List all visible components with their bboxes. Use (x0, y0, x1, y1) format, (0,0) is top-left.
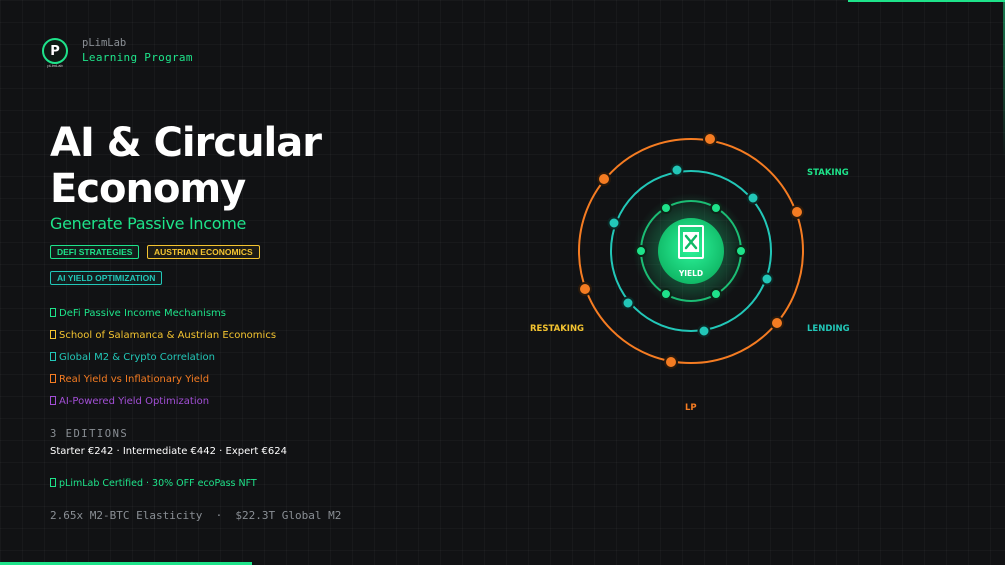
middle-node (746, 191, 760, 205)
inner-node (735, 245, 747, 257)
middle-node (760, 272, 774, 286)
inner-node (710, 202, 722, 214)
inner-node (635, 245, 647, 257)
outer-node (703, 132, 717, 146)
middle-node (697, 324, 711, 338)
yield-core-label: YIELD (678, 269, 703, 278)
diagram-label-staking: STAKING (807, 168, 849, 178)
outer-node (770, 316, 784, 330)
diagram-label-lending: LENDING (807, 324, 850, 334)
inner-node (710, 288, 722, 300)
inner-node (660, 288, 672, 300)
inner-node (660, 202, 672, 214)
outer-node (578, 282, 592, 296)
middle-node (621, 296, 635, 310)
middle-node (607, 216, 621, 230)
outer-node (597, 172, 611, 186)
diagram-label-lp: LP (685, 403, 697, 413)
diagram-label-restaking: RESTAKING (530, 324, 585, 334)
middle-node (670, 163, 684, 177)
outer-node (664, 355, 678, 369)
yield-orbit-diagram: YIELD (578, 132, 804, 369)
outer-node (790, 205, 804, 219)
